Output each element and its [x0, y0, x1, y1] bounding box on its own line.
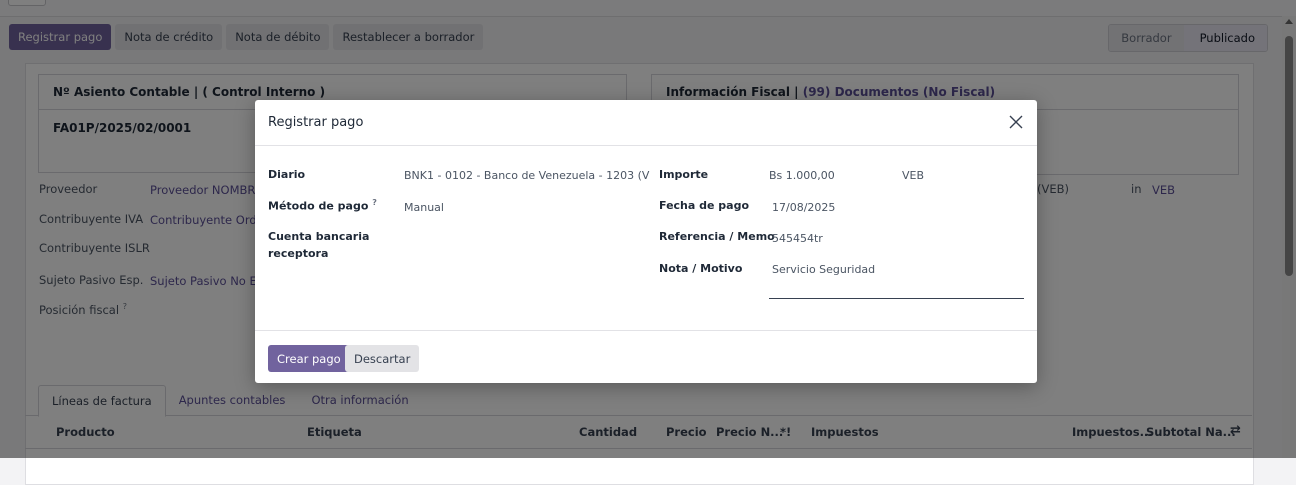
journal-field[interactable]: BNK1 - 0102 - Banco de Venezuela - 1203 … — [404, 169, 649, 182]
dialog-footer: Crear pago Descartar — [255, 330, 1037, 384]
note-label: Nota / Motivo — [659, 262, 743, 275]
amount-label: Importe — [659, 168, 709, 181]
payment-date-label: Fecha de pago — [659, 199, 750, 212]
close-icon[interactable] — [1007, 113, 1025, 131]
discard-button[interactable]: Descartar — [345, 345, 420, 372]
payment-date-field[interactable]: 17/08/2025 — [772, 201, 835, 214]
memo-label: Referencia / Memo — [659, 230, 775, 243]
dialog-body: Diario BNK1 - 0102 - Banco de Venezuela … — [255, 146, 1037, 330]
payment-method-text: Método de pago — [268, 199, 369, 213]
currency-field[interactable]: VEB — [902, 169, 924, 182]
journal-label: Diario — [268, 168, 306, 181]
bank-account-label-1: Cuenta bancaria — [268, 230, 370, 243]
register-payment-dialog: Registrar pago Diario BNK1 - 0102 - Banc… — [255, 100, 1037, 383]
memo-field[interactable]: 545454tr — [772, 232, 823, 245]
note-field-underline — [769, 298, 1024, 299]
payment-method-field[interactable]: Manual — [404, 201, 444, 214]
payment-method-label: Método de pago ? — [268, 198, 377, 213]
amount-field[interactable]: Bs 1.000,00 — [769, 169, 835, 182]
create-payment-button[interactable]: Crear pago — [268, 345, 350, 372]
bank-account-label-2: receptora — [268, 247, 329, 260]
note-field[interactable]: Servicio Seguridad — [772, 263, 875, 276]
dialog-header: Registrar pago — [255, 100, 1037, 146]
dialog-title: Registrar pago — [268, 115, 364, 130]
help-icon[interactable]: ? — [372, 198, 377, 207]
